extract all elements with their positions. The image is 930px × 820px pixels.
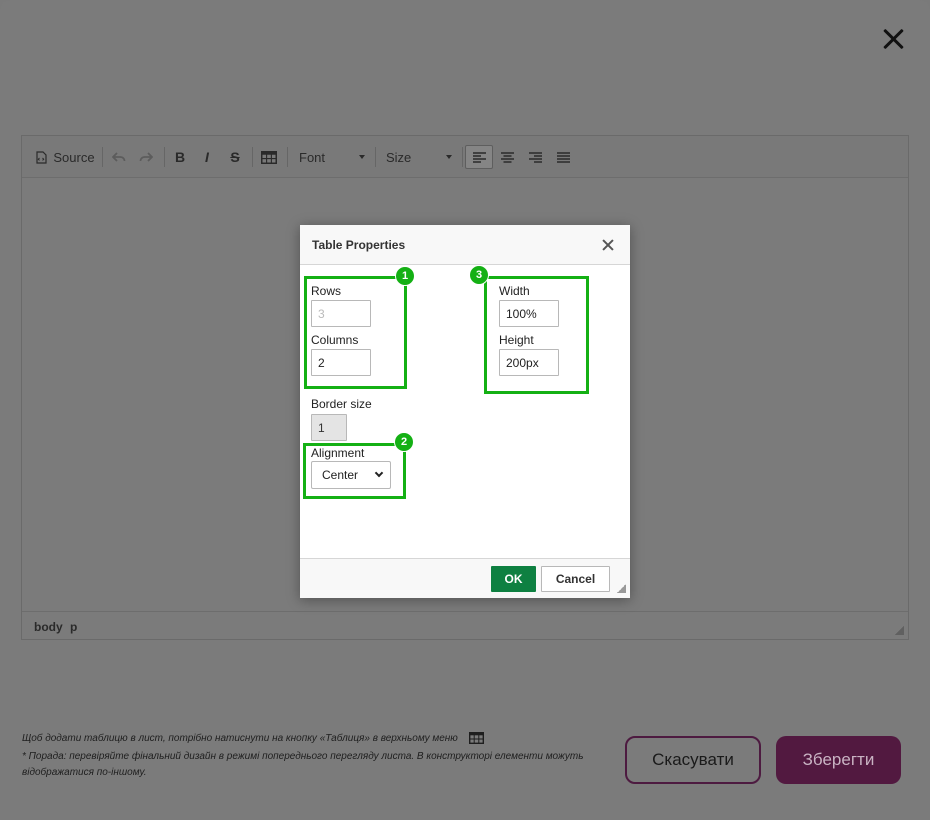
- align-right-button[interactable]: [524, 146, 546, 168]
- bold-icon: B: [174, 149, 186, 165]
- toolbar-separator: [252, 147, 253, 167]
- strikethrough-button[interactable]: S: [225, 146, 245, 168]
- toolbar-separator: [164, 147, 165, 167]
- italic-button[interactable]: I: [197, 146, 217, 168]
- resize-grip-icon[interactable]: [617, 584, 626, 593]
- annotation-box-2: [303, 443, 406, 499]
- italic-icon: I: [205, 149, 209, 165]
- size-combo[interactable]: Size: [382, 146, 456, 168]
- align-center-icon: [500, 151, 514, 163]
- annotation-box-1: [304, 276, 407, 389]
- align-center-button[interactable]: [496, 146, 518, 168]
- redo-icon: [139, 152, 153, 162]
- dialog-header: Table Properties: [300, 225, 630, 265]
- editor-toolbar: Source B I S Font Size: [22, 136, 908, 178]
- editor-statusbar: body p: [22, 611, 908, 639]
- align-justify-icon: [556, 151, 570, 163]
- path-element-body[interactable]: body: [34, 620, 63, 634]
- hint-line-1-text: Щоб додати таблицю в лист, потрібно нати…: [22, 733, 458, 744]
- annotation-badge-3: 3: [469, 265, 489, 285]
- toolbar-separator: [375, 147, 376, 167]
- font-combo-label: Font: [299, 149, 326, 165]
- source-button[interactable]: Source: [34, 146, 96, 168]
- dialog-cancel-button[interactable]: Cancel: [541, 566, 610, 592]
- source-icon: [36, 150, 47, 164]
- annotation-badge-2: 2: [394, 432, 414, 452]
- toolbar-separator: [462, 147, 463, 167]
- table-properties-dialog: Table Properties Rows Columns Width Heig…: [300, 225, 630, 598]
- border-size-input: [311, 414, 347, 441]
- path-element-p[interactable]: p: [70, 620, 77, 634]
- size-combo-label: Size: [386, 149, 412, 165]
- bold-button[interactable]: B: [170, 146, 190, 168]
- hint-line-1: Щоб додати таблицю в лист, потрібно нати…: [22, 731, 484, 747]
- toolbar-separator: [287, 147, 288, 167]
- dialog-footer: OK Cancel: [300, 558, 630, 598]
- close-icon[interactable]: [601, 238, 615, 252]
- resize-grip-icon[interactable]: [895, 626, 904, 635]
- chevron-down-icon: [446, 155, 452, 159]
- source-label: Source: [53, 149, 95, 165]
- align-justify-button[interactable]: [552, 146, 574, 168]
- align-left-icon: [472, 151, 486, 163]
- hint-line-2: * Порада: перевіряйте фінальний дизайн в…: [22, 751, 584, 762]
- annotation-box-3: [484, 276, 589, 394]
- strikethrough-icon: S: [230, 149, 240, 165]
- chevron-down-icon: [359, 155, 365, 159]
- toolbar-separator: [102, 147, 103, 167]
- table-icon: [261, 150, 277, 164]
- redo-button[interactable]: [135, 146, 157, 168]
- hint-line-3: відображатися по-іншому.: [22, 767, 147, 778]
- undo-button[interactable]: [108, 146, 130, 168]
- align-left-button[interactable]: [465, 145, 493, 169]
- font-combo[interactable]: Font: [295, 146, 369, 168]
- undo-icon: [112, 152, 126, 162]
- annotation-badge-1: 1: [395, 266, 415, 286]
- table-icon: [468, 732, 484, 745]
- cancel-button[interactable]: Скасувати: [625, 736, 761, 784]
- save-button[interactable]: Зберегти: [776, 736, 901, 784]
- ok-button[interactable]: OK: [491, 566, 536, 592]
- border-size-label: Border size: [311, 397, 372, 411]
- close-icon[interactable]: [880, 26, 906, 52]
- align-right-icon: [528, 151, 542, 163]
- table-button[interactable]: [258, 146, 280, 168]
- dialog-title: Table Properties: [312, 238, 406, 252]
